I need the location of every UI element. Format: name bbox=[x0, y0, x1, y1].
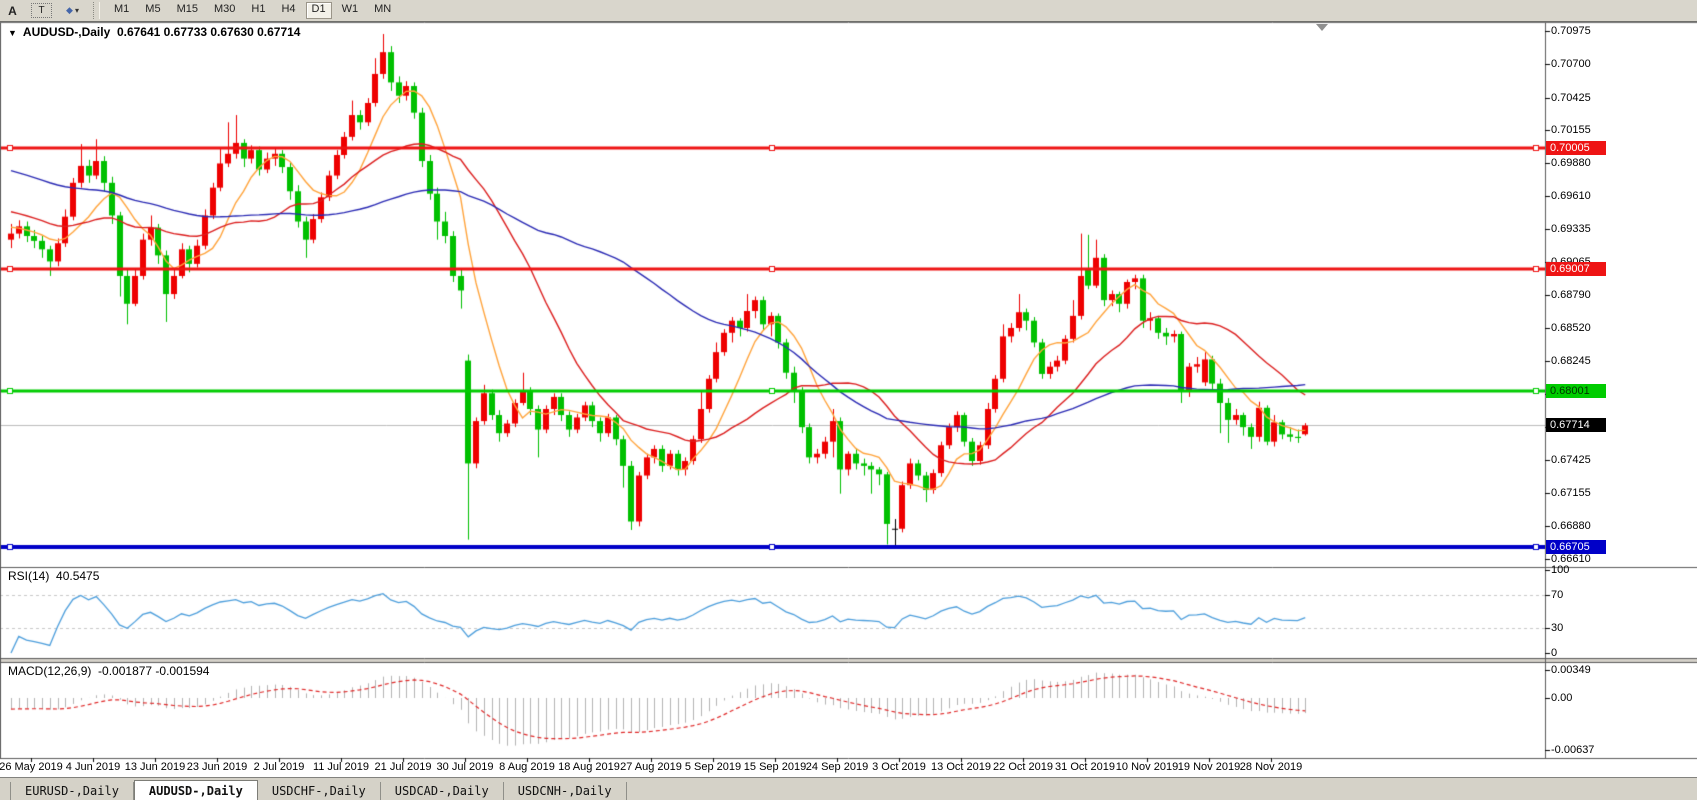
date-label: 15 Sep 2019 bbox=[744, 761, 806, 773]
styles-icon: ◆ bbox=[66, 5, 73, 16]
date-label: 22 Oct 2019 bbox=[993, 761, 1053, 773]
rsi-axis-label: 100 bbox=[1551, 563, 1569, 577]
date-label: 31 Oct 2019 bbox=[1055, 761, 1115, 773]
timeframe-button-h4[interactable]: H4 bbox=[275, 2, 301, 19]
rsi-axis-label: 70 bbox=[1551, 588, 1563, 602]
timeframe-button-m15[interactable]: M15 bbox=[171, 2, 204, 19]
timeframe-button-w1[interactable]: W1 bbox=[336, 2, 365, 19]
price-tick-label: 0.69335 bbox=[1551, 222, 1591, 236]
macd-axis-label: 0.00 bbox=[1551, 691, 1572, 705]
text-tool-button[interactable]: T bbox=[31, 3, 52, 18]
price-tick-label: 0.66880 bbox=[1551, 519, 1591, 533]
date-label: 28 Nov 2019 bbox=[1240, 761, 1302, 773]
chart-ohlc-values: 0.67641 0.67733 0.67630 0.67714 bbox=[117, 25, 301, 39]
date-label: 13 Oct 2019 bbox=[931, 761, 991, 773]
rsi-axis-label: 0 bbox=[1551, 646, 1557, 660]
price-chart-canvas[interactable] bbox=[0, 0, 1697, 800]
chart-title: ▼ AUDUSD-,Daily 0.67641 0.67733 0.67630 0… bbox=[8, 25, 300, 39]
toolbar: A T ◆ ▾ M1M5 M15M30H1H4 D1W1MN bbox=[0, 0, 1697, 22]
date-label: 26 May 2019 bbox=[0, 761, 63, 773]
price-tick-label: 0.68245 bbox=[1551, 354, 1591, 368]
date-label: 19 Nov 2019 bbox=[1178, 761, 1240, 773]
timeframe-button-m5[interactable]: M5 bbox=[139, 2, 166, 19]
date-label: 10 Nov 2019 bbox=[1116, 761, 1178, 773]
date-label: 30 Jul 2019 bbox=[437, 761, 494, 773]
date-label: 4 Jun 2019 bbox=[66, 761, 120, 773]
date-label: 24 Sep 2019 bbox=[806, 761, 868, 773]
rsi-name: RSI(14) bbox=[8, 569, 49, 583]
toolbar-separator bbox=[93, 2, 100, 19]
date-label: 23 Jun 2019 bbox=[187, 761, 248, 773]
macd-name: MACD(12,26,9) bbox=[8, 664, 91, 678]
macd-values: -0.001877 -0.001594 bbox=[98, 664, 209, 678]
macd-axis-label: 0.00349 bbox=[1551, 663, 1591, 677]
price-tick-label: 0.67155 bbox=[1551, 486, 1591, 500]
rsi-axis-label: 30 bbox=[1551, 621, 1563, 635]
timeframe-button-h1[interactable]: H1 bbox=[245, 2, 271, 19]
date-label: 11 Jul 2019 bbox=[313, 761, 369, 773]
chart-tab-audusd[interactable]: AUDUSD-,Daily bbox=[134, 780, 258, 800]
timeframe-button-mn[interactable]: MN bbox=[368, 2, 397, 19]
date-label: 18 Aug 2019 bbox=[558, 761, 620, 773]
arrow-tool-button[interactable]: A bbox=[1, 2, 24, 19]
chart-shift-marker[interactable] bbox=[1316, 24, 1328, 31]
hline-price-label[interactable]: 0.69007 bbox=[1546, 262, 1606, 276]
chevron-down-icon: ▾ bbox=[75, 6, 79, 15]
price-tick-label: 0.69610 bbox=[1551, 189, 1591, 203]
chart-tab-usdchf[interactable]: USDCHF-,Daily bbox=[258, 782, 381, 800]
chart-symbol-period: AUDUSD-,Daily bbox=[23, 25, 110, 39]
timeframe-button-m1[interactable]: M1 bbox=[108, 2, 135, 19]
chart-dropdown-arrow-icon[interactable]: ▼ bbox=[8, 28, 17, 38]
mt4-window: A T ◆ ▾ M1M5 M15M30H1H4 D1W1MN ▼ AUDUSD-,Da… bbox=[0, 0, 1697, 800]
price-tick-label: 0.70975 bbox=[1551, 24, 1591, 38]
price-tick-label: 0.70425 bbox=[1551, 91, 1591, 105]
rsi-value: 40.5475 bbox=[56, 569, 99, 583]
line-styles-tool-button[interactable]: ◆ ▾ bbox=[61, 2, 84, 19]
date-label: 27 Aug 2019 bbox=[620, 761, 682, 773]
chart-tab-bar: EURUSD-,DailyAUDUSD-,DailyUSDCHF-,DailyU… bbox=[0, 777, 1697, 800]
price-tick-label: 0.67425 bbox=[1551, 453, 1591, 467]
chart-tab-usdcnh[interactable]: USDCNH-,Daily bbox=[504, 782, 627, 800]
date-label: 5 Sep 2019 bbox=[685, 761, 741, 773]
rsi-indicator-label: RSI(14) 40.5475 bbox=[8, 569, 99, 583]
chart-tab-usdcad[interactable]: USDCAD-,Daily bbox=[381, 782, 504, 800]
price-tick-label: 0.70155 bbox=[1551, 123, 1591, 137]
price-tick-label: 0.69880 bbox=[1551, 156, 1591, 170]
hline-price-label[interactable]: 0.68001 bbox=[1546, 384, 1606, 398]
hline-price-label[interactable]: 0.70005 bbox=[1546, 141, 1606, 155]
date-label: 3 Oct 2019 bbox=[872, 761, 926, 773]
timeframe-button-m30[interactable]: M30 bbox=[208, 2, 241, 19]
date-label: 13 Jun 2019 bbox=[125, 761, 186, 773]
timeframe-button-d1[interactable]: D1 bbox=[306, 2, 332, 19]
current-price-label: 0.67714 bbox=[1546, 418, 1606, 432]
price-tick-label: 0.68520 bbox=[1551, 321, 1591, 335]
macd-axis-label: -0.00637 bbox=[1551, 743, 1594, 757]
chart-tab-eurusd[interactable]: EURUSD-,Daily bbox=[10, 782, 134, 800]
date-label: 2 Jul 2019 bbox=[254, 761, 305, 773]
hline-price-label[interactable]: 0.66705 bbox=[1546, 540, 1606, 554]
timeframe-button-group: M1M5 M15M30H1H4 D1W1MN bbox=[106, 2, 399, 19]
price-tick-label: 0.68790 bbox=[1551, 288, 1591, 302]
date-label: 21 Jul 2019 bbox=[375, 761, 432, 773]
macd-indicator-label: MACD(12,26,9) -0.001877 -0.001594 bbox=[8, 664, 209, 678]
price-tick-label: 0.70700 bbox=[1551, 57, 1591, 71]
date-label: 8 Aug 2019 bbox=[499, 761, 555, 773]
